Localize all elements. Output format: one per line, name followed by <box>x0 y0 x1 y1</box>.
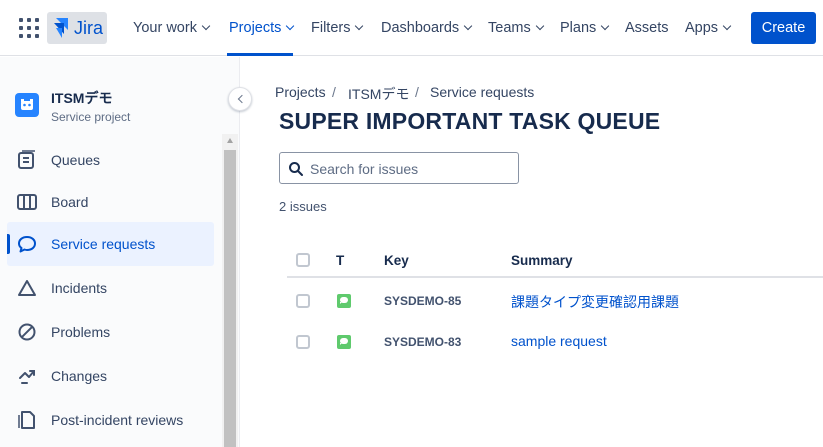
nav-dashboards-label: Dashboards <box>381 20 460 36</box>
row-checkbox[interactable] <box>296 294 310 308</box>
sidebar-item-board[interactable]: Board <box>7 180 214 224</box>
column-summary[interactable]: Summary <box>511 253 573 268</box>
issue-key[interactable]: SYSDEMO-83 <box>384 335 461 349</box>
sidebar-item-label: Board <box>51 194 89 210</box>
chevron-left-icon <box>237 94 247 104</box>
issue-summary-link[interactable]: sample request <box>511 333 607 349</box>
project-name[interactable]: ITSMデモ <box>51 88 112 108</box>
sidebar-item-label: Post-incident reviews <box>51 412 184 428</box>
app-switcher-icon[interactable] <box>18 17 40 39</box>
nav-plans-label: Plans <box>560 20 597 36</box>
sidebar-item-label: Problems <box>51 324 111 340</box>
collapse-sidebar-button[interactable] <box>228 87 252 111</box>
sidebar-item-problems[interactable]: Problems <box>7 310 214 354</box>
nav-your-work[interactable]: Your work <box>133 20 211 36</box>
nav-your-work-label: Your work <box>133 20 197 36</box>
prohibited-icon <box>18 323 36 341</box>
nav-apps[interactable]: Apps <box>685 20 732 36</box>
nav-filters-label: Filters <box>311 20 351 36</box>
page-title: SUPER IMPORTANT TASK QUEUE <box>279 108 661 134</box>
column-key[interactable]: Key <box>384 253 409 268</box>
chevron-down-icon <box>355 21 364 31</box>
chevron-down-icon <box>463 21 473 31</box>
project-sidebar: ITSMデモ Service project Queues Board Serv… <box>0 57 240 447</box>
project-avatar-icon <box>21 99 33 110</box>
issue-summary-link[interactable]: 課題タイプ変更確認用課題 <box>511 292 679 312</box>
breadcrumb-project[interactable]: ITSMデモ <box>348 84 409 104</box>
jira-logo-icon <box>54 18 68 38</box>
nav-assets[interactable]: Assets <box>625 20 669 36</box>
board-icon <box>17 194 37 210</box>
sidebar-item-queues[interactable]: Queues <box>7 138 214 182</box>
sidebar-item-incidents[interactable]: Incidents <box>7 266 214 310</box>
breadcrumb-separator: / <box>415 84 419 100</box>
table-row[interactable]: SYSDEMO-85 課題タイプ変更確認用課題 <box>287 280 823 320</box>
service-request-icon <box>337 335 351 349</box>
nav-teams-label: Teams <box>488 20 531 36</box>
active-nav-indicator <box>227 53 293 56</box>
nav-apps-label: Apps <box>685 20 719 36</box>
queues-icon <box>18 150 35 169</box>
chevron-down-icon <box>535 21 544 31</box>
sidebar-item-changes[interactable]: Changes <box>7 354 214 398</box>
top-navigation: Jira Your work Projects Filters Dashboar… <box>0 0 823 56</box>
sidebar-scrollbar-thumb[interactable] <box>224 150 236 447</box>
document-icon <box>18 411 35 429</box>
nav-dashboards[interactable]: Dashboards <box>381 20 473 36</box>
column-type[interactable]: T <box>336 253 344 268</box>
create-button[interactable]: Create <box>751 12 816 44</box>
nav-plans[interactable]: Plans <box>560 20 610 36</box>
chat-bubble-icon <box>18 236 36 253</box>
breadcrumb-projects[interactable]: Projects <box>275 84 326 100</box>
table-row[interactable]: SYSDEMO-83 sample request <box>287 321 823 361</box>
nav-projects-label: Projects <box>229 20 282 36</box>
search-input[interactable] <box>310 159 510 179</box>
table-header: T Key Summary <box>287 240 823 278</box>
changes-icon <box>19 370 35 384</box>
breadcrumb-separator: / <box>332 84 336 100</box>
chevron-down-icon <box>286 21 295 31</box>
project-type: Service project <box>51 110 131 124</box>
scroll-up-arrow-icon[interactable] <box>227 138 233 143</box>
sidebar-item-post-incident-reviews[interactable]: Post-incident reviews <box>7 398 214 442</box>
issue-search[interactable] <box>279 152 519 184</box>
row-checkbox[interactable] <box>296 335 310 349</box>
sidebar-item-label: Changes <box>51 368 108 384</box>
breadcrumb-service-requests[interactable]: Service requests <box>430 84 534 100</box>
warning-triangle-icon <box>18 280 36 296</box>
issue-count: 2 issues <box>279 199 327 214</box>
search-icon <box>289 162 303 176</box>
nav-filters[interactable]: Filters <box>311 20 364 36</box>
sidebar-item-service-requests[interactable]: Service requests <box>7 222 214 266</box>
nav-assets-label: Assets <box>625 20 669 36</box>
service-request-icon <box>337 294 351 308</box>
chevron-down-icon <box>601 21 610 31</box>
nav-projects[interactable]: Projects <box>229 20 295 36</box>
sidebar-item-label: Service requests <box>51 236 156 252</box>
project-avatar[interactable] <box>15 93 39 117</box>
issue-key[interactable]: SYSDEMO-85 <box>384 294 461 308</box>
chevron-down-icon <box>201 21 211 31</box>
logo-text[interactable]: Jira <box>74 18 103 39</box>
sidebar-item-label: Queues <box>51 152 101 168</box>
sidebar-item-label: Incidents <box>51 280 108 296</box>
nav-teams[interactable]: Teams <box>488 20 544 36</box>
chevron-down-icon <box>722 21 732 31</box>
select-all-checkbox[interactable] <box>296 253 310 267</box>
